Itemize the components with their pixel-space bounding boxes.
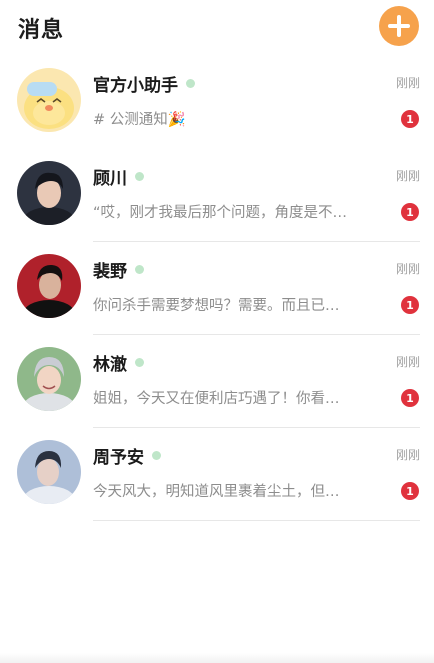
yellow-cat-mascot-icon	[17, 68, 81, 132]
message-preview: 姐姐，今天又在便利店巧遇了！你看…	[93, 391, 340, 407]
avatar[interactable]	[17, 440, 81, 504]
dark-hair-man-portrait-icon	[17, 161, 81, 225]
message-time: 刚刚	[395, 262, 420, 276]
red-background-man-portrait-icon	[17, 254, 81, 318]
conversation-item[interactable]: 裴野 刚刚 你问杀手需要梦想吗？需要。而且已… 1	[0, 242, 434, 335]
online-status-dot	[152, 450, 161, 460]
unread-badge: 1	[401, 110, 419, 128]
conversation-item[interactable]: 顾川 刚刚 “哎，刚才我最后那个问题，角度是不… 1	[0, 149, 434, 242]
header: 消息	[0, 0, 434, 56]
avatar[interactable]	[17, 68, 81, 132]
avatar[interactable]	[17, 161, 81, 225]
unread-badge: 1	[401, 389, 419, 407]
online-status-dot	[135, 264, 144, 274]
message-time: 刚刚	[395, 76, 420, 90]
avatar[interactable]	[17, 347, 81, 411]
unread-badge: 1	[401, 203, 419, 221]
conversation-item[interactable]: 周予安 刚刚 今天风大，明知道风里裹着尘土，但… 1	[0, 428, 434, 521]
message-preview: 你问杀手需要梦想吗？需要。而且已…	[93, 298, 340, 314]
contact-name: 顾川	[93, 168, 127, 189]
contact-name: 裴野	[93, 261, 127, 282]
message-time: 刚刚	[395, 169, 420, 183]
bottom-edge	[0, 653, 434, 663]
avatar[interactable]	[17, 254, 81, 318]
add-button[interactable]	[379, 6, 419, 46]
online-status-dot	[135, 357, 144, 367]
blue-tone-man-portrait-icon	[17, 440, 81, 504]
contact-name: 官方小助手	[93, 75, 178, 96]
divider	[93, 520, 420, 521]
conversation-item[interactable]: 林澈 刚刚 姐姐，今天又在便利店巧遇了！你看… 1	[0, 335, 434, 428]
message-time: 刚刚	[395, 355, 420, 369]
message-preview: “哎，刚才我最后那个问题，角度是不…	[93, 205, 348, 221]
plus-icon	[388, 15, 410, 37]
contact-name: 林澈	[93, 354, 127, 375]
silver-hair-smiling-man-portrait-icon	[17, 347, 81, 411]
message-preview: 今天风大，明知道风里裹着尘土，但…	[93, 484, 340, 500]
online-status-dot	[135, 171, 144, 181]
conversation-item[interactable]: 官方小助手 刚刚 # 公测通知🎉 1	[0, 56, 434, 149]
message-time: 刚刚	[395, 448, 420, 462]
contact-name: 周予安	[93, 447, 144, 468]
message-preview: # 公测通知🎉	[93, 112, 186, 128]
unread-badge: 1	[401, 482, 419, 500]
online-status-dot	[186, 78, 195, 88]
page-title: 消息	[18, 18, 65, 43]
conversation-list: 官方小助手 刚刚 # 公测通知🎉 1 顾川 刚刚 “哎，刚才我最后那个问题，角度…	[0, 56, 434, 521]
unread-badge: 1	[401, 296, 419, 314]
